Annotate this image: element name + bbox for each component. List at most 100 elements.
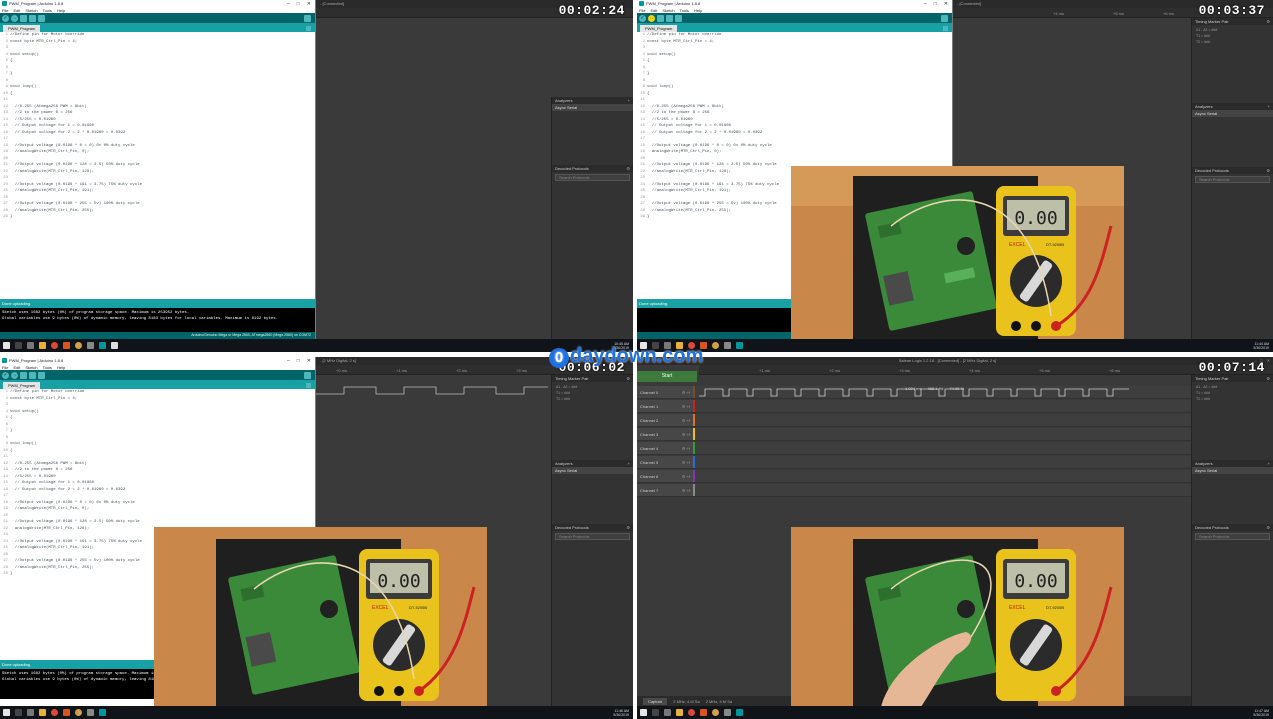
search-protocols-input[interactable]: Search Protocols <box>555 533 630 540</box>
async-serial-row[interactable]: Async Serial <box>552 104 633 111</box>
tab-menu-icon[interactable] <box>306 26 311 31</box>
close-icon[interactable]: ✕ <box>307 1 311 7</box>
channel-row[interactable]: Channel 3 ⚙ +f <box>637 428 1191 441</box>
new-icon[interactable] <box>20 371 27 379</box>
search-protocols-input[interactable]: Search Protocols <box>555 174 630 181</box>
start-icon[interactable] <box>3 342 10 349</box>
menu-file[interactable]: File <box>2 365 8 370</box>
verify-icon[interactable]: ✓ <box>2 14 9 22</box>
async-serial-row[interactable]: Async Serial <box>552 467 633 474</box>
menu-help[interactable]: Help <box>57 8 65 13</box>
gear-icon[interactable]: ⚙ <box>1266 524 1273 531</box>
save-icon[interactable] <box>38 14 45 22</box>
capture-rate-1[interactable]: 2 MHz, 4 M Sa <box>673 699 699 704</box>
async-serial-row[interactable]: Async Serial <box>1192 467 1273 474</box>
gear-icon[interactable]: ⚙ <box>626 165 633 172</box>
channel-row[interactable]: Channel 6 ⚙ +f <box>637 470 1191 483</box>
verify-icon[interactable]: ✓ <box>639 14 646 22</box>
add-analyzer-icon[interactable]: + <box>1268 103 1273 110</box>
task-view-icon[interactable] <box>27 342 34 349</box>
minimize-icon[interactable]: – <box>287 358 290 364</box>
gear-icon[interactable]: ⚙ <box>626 375 633 382</box>
channel-label[interactable]: Channel 0 ⚙ +f <box>637 386 695 398</box>
channel-label[interactable]: Channel 5 ⚙ +f <box>637 456 695 468</box>
tab-pwm-program[interactable]: PWM_Program <box>640 25 678 32</box>
channel-label[interactable]: Channel 3 ⚙ +f <box>637 428 695 440</box>
arduino-task-icon[interactable] <box>736 709 743 716</box>
search-icon[interactable] <box>652 709 659 716</box>
search-icon[interactable] <box>15 342 22 349</box>
async-serial-row[interactable]: Async Serial <box>1192 110 1273 117</box>
menu-edit[interactable]: Edit <box>13 365 20 370</box>
new-icon[interactable] <box>20 14 27 22</box>
menu-tools[interactable]: Tools <box>43 8 52 13</box>
maximize-icon[interactable]: □ <box>934 1 937 7</box>
save-icon[interactable] <box>675 14 682 22</box>
channel-settings-icon[interactable]: ⚙ +f <box>682 446 690 451</box>
arduino-task-icon[interactable] <box>99 709 106 716</box>
upload-icon[interactable]: → <box>11 371 18 379</box>
folder-icon[interactable] <box>676 709 683 716</box>
capture-rate-2[interactable]: 2 MHz, 4 M Sa <box>706 699 732 704</box>
channel-row[interactable]: Channel 1 ⚙ +f <box>637 400 1191 413</box>
channel-row[interactable]: Channel 4 ⚙ +f <box>637 442 1191 455</box>
channel-settings-icon[interactable]: ⚙ +f <box>682 404 690 409</box>
open-icon[interactable] <box>666 14 673 22</box>
tab-menu-icon[interactable] <box>943 26 948 31</box>
menu-sketch[interactable]: Sketch <box>662 8 674 13</box>
chrome-icon[interactable] <box>688 709 695 716</box>
channel-settings-icon[interactable]: ⚙ +f <box>682 390 690 395</box>
menu-tools[interactable]: Tools <box>43 365 52 370</box>
close-icon[interactable]: ✕ <box>944 1 948 7</box>
menu-help[interactable]: Help <box>57 365 65 370</box>
app-icon[interactable] <box>712 709 719 716</box>
menu-file[interactable]: File <box>2 8 8 13</box>
search-protocols-input[interactable]: Search Protocols <box>1195 533 1270 540</box>
channel-row[interactable]: Channel 2 ⚙ +f <box>637 414 1191 427</box>
channel-label[interactable]: Channel 4 ⚙ +f <box>637 442 695 454</box>
chrome-icon[interactable] <box>51 709 58 716</box>
folder-icon[interactable] <box>39 709 46 716</box>
save-icon[interactable] <box>38 371 45 379</box>
app-icon[interactable] <box>724 709 731 716</box>
maximize-icon[interactable]: □ <box>297 358 300 364</box>
app-icon[interactable] <box>87 709 94 716</box>
menu-sketch[interactable]: Sketch <box>25 365 37 370</box>
app-icon[interactable] <box>87 342 94 349</box>
upload-icon[interactable]: → <box>648 14 655 22</box>
gear-icon[interactable]: ⚙ <box>1266 18 1273 25</box>
open-icon[interactable] <box>29 371 36 379</box>
task-view-icon[interactable] <box>664 709 671 716</box>
gear-icon[interactable]: ⚙ <box>1266 167 1273 174</box>
open-icon[interactable] <box>29 14 36 22</box>
gear-icon[interactable]: ⚙ <box>1266 375 1273 382</box>
channel-label[interactable]: Channel 1 ⚙ +f <box>637 400 695 412</box>
channel-label[interactable]: Channel 6 ⚙ +f <box>637 470 695 482</box>
channel-settings-icon[interactable]: ⚙ +f <box>682 488 690 493</box>
menu-tools[interactable]: Tools <box>680 8 689 13</box>
menu-edit[interactable]: Edit <box>13 8 20 13</box>
channel-row[interactable]: Channel 5 ⚙ +f <box>637 456 1191 469</box>
start-button[interactable]: Start <box>637 371 697 382</box>
code-editor[interactable]: 1//Define pin for Motor override 2 const b… <box>0 32 315 221</box>
menu-edit[interactable]: Edit <box>650 8 657 13</box>
serial-monitor-icon[interactable] <box>304 14 311 22</box>
channel-label[interactable]: Channel 2 ⚙ +f <box>637 414 695 426</box>
app-icon[interactable] <box>63 709 70 716</box>
maximize-icon[interactable]: □ <box>297 1 300 7</box>
app-icon[interactable] <box>700 709 707 716</box>
chrome-icon[interactable] <box>51 342 58 349</box>
tab-menu-icon[interactable] <box>306 383 311 388</box>
serial-monitor-icon[interactable] <box>941 14 948 22</box>
add-analyzer-icon[interactable]: + <box>628 97 633 104</box>
app-icon[interactable] <box>75 709 82 716</box>
menu-help[interactable]: Help <box>694 8 702 13</box>
add-analyzer-icon[interactable]: + <box>1268 460 1273 467</box>
close-icon[interactable]: ✕ <box>1267 357 1270 365</box>
tab-pwm-program[interactable]: PWM_Program <box>3 382 41 389</box>
task-view-icon[interactable] <box>27 709 34 716</box>
app-icon[interactable] <box>724 342 731 349</box>
verify-icon[interactable]: ✓ <box>2 371 9 379</box>
close-icon[interactable]: ✕ <box>307 358 311 364</box>
channel-settings-icon[interactable]: ⚙ +f <box>682 418 690 423</box>
